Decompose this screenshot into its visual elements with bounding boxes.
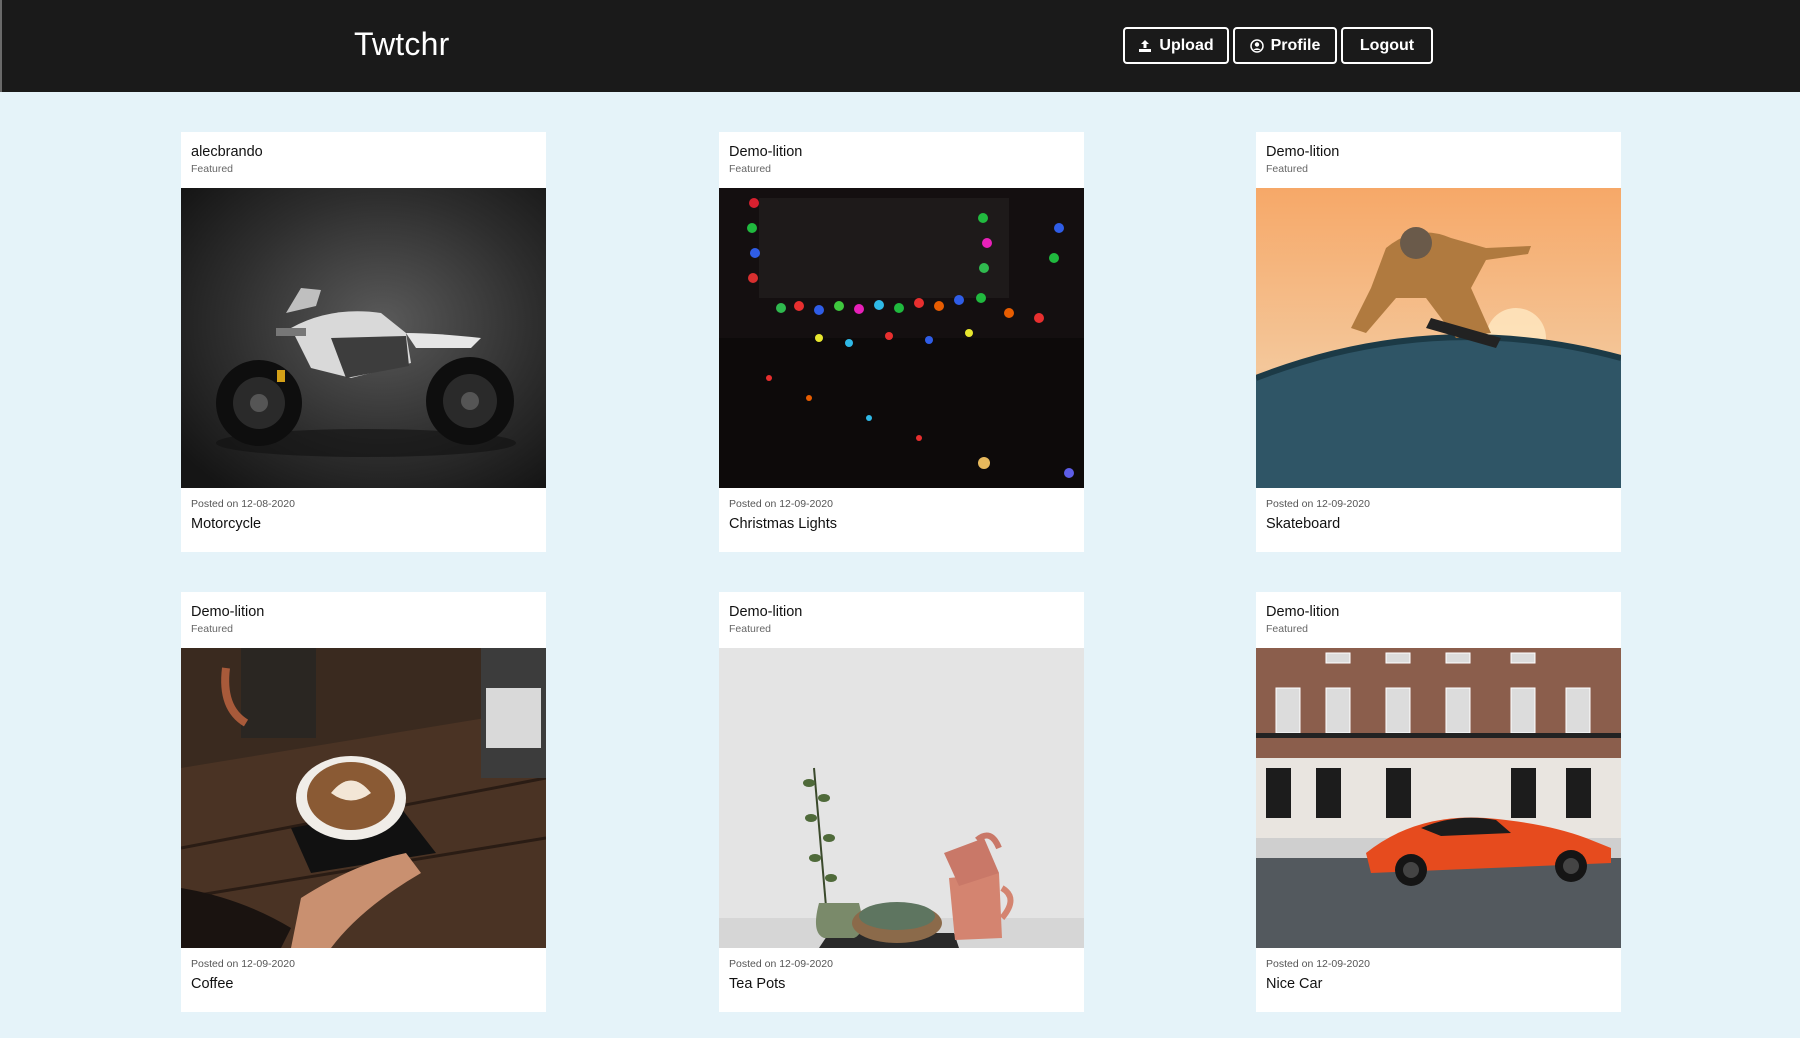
user-circle-icon <box>1249 38 1264 53</box>
upload-button[interactable]: Upload <box>1123 27 1229 64</box>
card-footer: Posted on 12-09-2020 Christmas Lights <box>719 488 1084 533</box>
card-footer: Posted on 12-09-2020 Tea Pots <box>719 948 1084 993</box>
post-card[interactable]: Demo-lition Featured Posted on 12-09-202… <box>181 592 546 1012</box>
logout-button[interactable]: Logout <box>1341 27 1433 64</box>
featured-badge: Featured <box>729 623 772 635</box>
card-header: Demo-lition Featured <box>1256 592 1621 648</box>
post-card[interactable]: Demo-lition Featured Posted on 12-09-202… <box>1256 132 1621 552</box>
post-card[interactable]: Demo-lition Featured Posted on 12-09-202… <box>1256 592 1621 1012</box>
featured-badge: Featured <box>191 163 234 175</box>
card-header: Demo-lition Featured <box>719 132 1084 188</box>
card-header: Demo-lition Featured <box>181 592 546 648</box>
post-date: Posted on 12-09-2020 <box>191 958 295 970</box>
featured-badge: Featured <box>1266 163 1309 175</box>
featured-badge: Featured <box>191 623 234 635</box>
profile-label: Profile <box>1270 36 1321 54</box>
post-date: Posted on 12-09-2020 <box>729 498 833 510</box>
card-header: Demo-lition Featured <box>1256 132 1621 188</box>
post-title[interactable]: Tea Pots <box>729 976 1074 993</box>
post-card[interactable]: Demo-lition Featured Posted on 12-09-202… <box>719 132 1084 552</box>
post-title[interactable]: Motorcycle <box>191 516 536 533</box>
christmas-lights-photo[interactable] <box>719 188 1084 488</box>
post-username[interactable]: Demo-lition <box>1266 604 1611 621</box>
post-date: Posted on 12-09-2020 <box>729 958 833 970</box>
skateboard-photo[interactable] <box>1256 188 1621 488</box>
post-username[interactable]: Demo-lition <box>191 604 536 621</box>
post-username[interactable]: alecbrando <box>191 144 536 161</box>
navbar: Twtchr Upload Profile Logout <box>0 0 1800 92</box>
post-date: Posted on 12-08-2020 <box>191 498 295 510</box>
post-title[interactable]: Coffee <box>191 976 536 993</box>
card-footer: Posted on 12-08-2020 Motorcycle <box>181 488 546 533</box>
brand-logo[interactable]: Twtchr <box>354 26 449 63</box>
post-username[interactable]: Demo-lition <box>1266 144 1611 161</box>
post-card[interactable]: Demo-lition Featured Posted on 12-09-202… <box>719 592 1084 1012</box>
card-footer: Posted on 12-09-2020 Skateboard <box>1256 488 1621 533</box>
post-title[interactable]: Skateboard <box>1266 516 1611 533</box>
upload-label: Upload <box>1159 36 1214 54</box>
featured-badge: Featured <box>1266 623 1309 635</box>
post-username[interactable]: Demo-lition <box>729 604 1074 621</box>
logout-label: Logout <box>1359 36 1415 54</box>
post-card[interactable]: alecbrando Featured Posted on 12-08-2020… <box>181 132 546 552</box>
card-header: alecbrando Featured <box>181 132 546 188</box>
post-title[interactable]: Nice Car <box>1266 976 1611 993</box>
post-date: Posted on 12-09-2020 <box>1266 498 1370 510</box>
card-header: Demo-lition Featured <box>719 592 1084 648</box>
post-date: Posted on 12-09-2020 <box>1266 958 1370 970</box>
motorcycle-photo[interactable] <box>181 188 546 488</box>
tea-pots-photo[interactable] <box>719 648 1084 948</box>
coffee-photo[interactable] <box>181 648 546 948</box>
post-title[interactable]: Christmas Lights <box>729 516 1074 533</box>
card-footer: Posted on 12-09-2020 Nice Car <box>1256 948 1621 993</box>
upload-icon <box>1138 39 1152 53</box>
post-username[interactable]: Demo-lition <box>729 144 1074 161</box>
nice-car-photo[interactable] <box>1256 648 1621 948</box>
profile-button[interactable]: Profile <box>1233 27 1337 64</box>
card-footer: Posted on 12-09-2020 Coffee <box>181 948 546 993</box>
featured-badge: Featured <box>729 163 772 175</box>
